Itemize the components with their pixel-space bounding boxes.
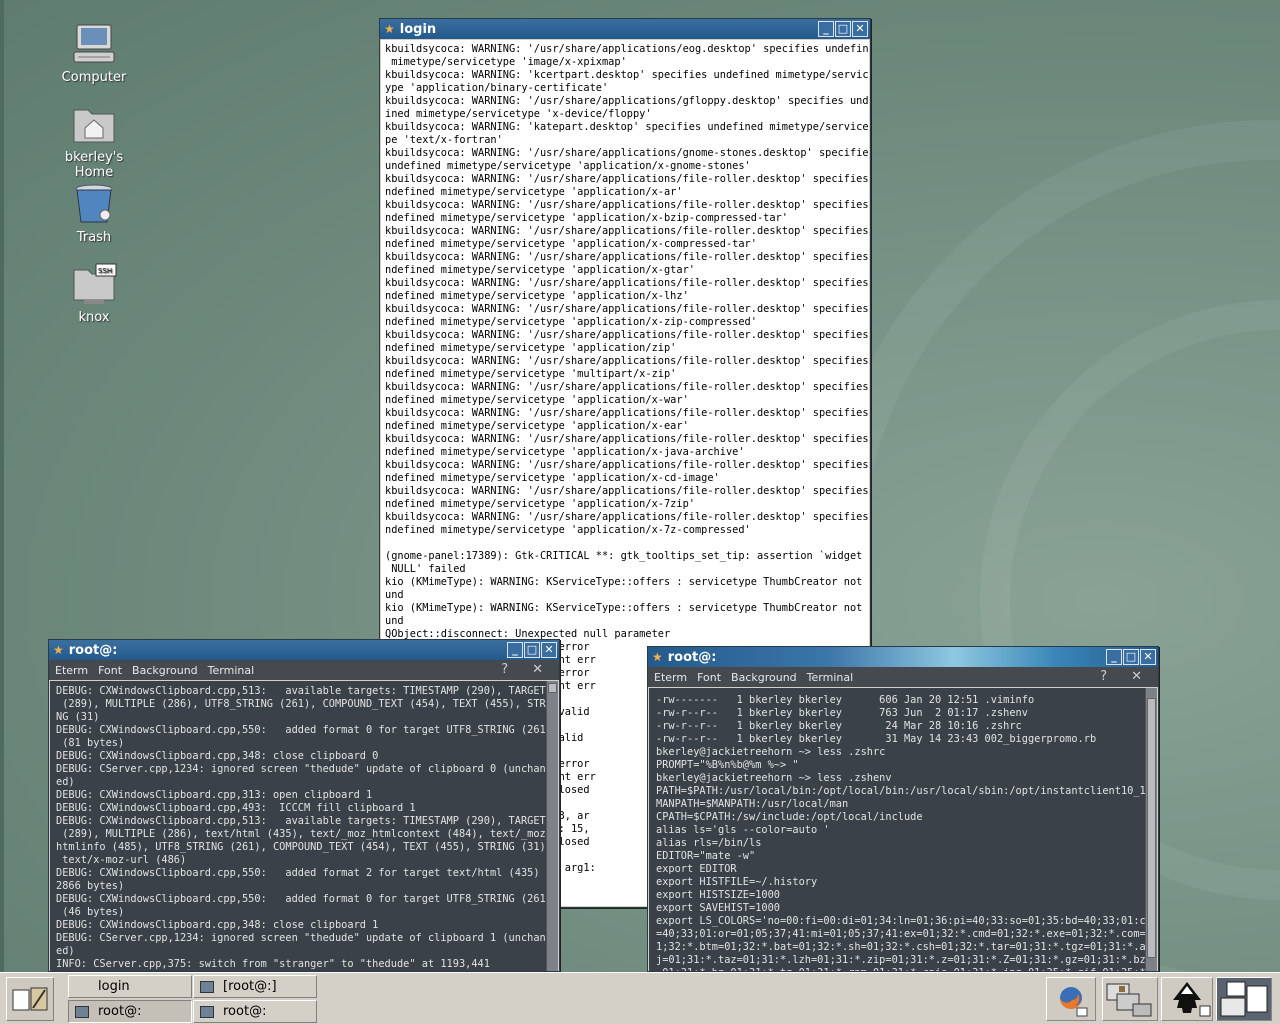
minimize-button[interactable]: _ [507,642,523,658]
desktop: Computer bkerley's Home Trash SSH knox ★… [0,0,1280,972]
firefox-launcher[interactable] [1046,977,1096,1021]
vertical-scrollbar[interactable] [1145,688,1157,971]
desktop-icon-computer[interactable]: Computer [44,22,144,85]
task-root-1[interactable]: root@: [68,1000,192,1023]
desktop-icon-trash[interactable]: Trash [44,182,144,245]
left-panel-edge [0,0,4,972]
vertical-scrollbar[interactable] [546,681,558,971]
menu-font[interactable]: Font [697,671,721,684]
root-right-terminal-output: -rw------- 1 bkerley bkerley 606 Jan 20 … [656,694,1152,971]
root-terminal-left-titlebar[interactable]: ★ root@: _ □ ✕ [49,640,559,660]
window-menu-icon[interactable]: ★ [652,650,663,664]
task-root-2[interactable]: root@: [193,1000,317,1023]
taskbar: login [root@:] root@: root@: [0,972,1280,1024]
menu-background[interactable]: Background [132,664,198,677]
svg-text:SSH: SSH [98,267,112,275]
task-label: root@: [98,1004,142,1019]
task-login[interactable]: login [68,975,192,998]
computer-icon [70,22,118,66]
root-terminal-left[interactable]: ★ root@: _ □ ✕ Eterm Font Background Ter… [48,639,560,972]
inkscape-launcher[interactable] [1161,977,1213,1021]
help-icon[interactable]: ? [501,662,508,677]
menu-background[interactable]: Background [731,671,797,684]
task-label: root@: [223,1004,267,1019]
trash-icon [70,182,118,226]
task-label: login [98,979,130,994]
pager-icon [1220,981,1268,1017]
desktop-icon-label: Computer [61,70,127,85]
desktop-icon-label: knox [78,310,110,325]
minimize-button[interactable]: _ [1106,649,1122,665]
eterm-menubar: Eterm Font Background Terminal ? ✕ [49,660,559,680]
task-root-minimized[interactable]: [root@:] [193,975,317,998]
notes-icon [12,987,48,1011]
terminal-area[interactable]: DEBUG: CXWindowsClipboard.cpp,513: avail… [50,681,558,971]
maximize-button[interactable]: □ [524,642,540,658]
ssh-folder-icon: SSH [70,262,118,306]
workspace-icon [1106,983,1152,1017]
window-menu-icon[interactable]: ★ [53,643,64,657]
minimize-button[interactable]: _ [818,21,834,37]
firefox-icon [1060,987,1088,1017]
eterm-menubar: Eterm Font Background Terminal ? ✕ [648,667,1158,687]
terminal-icon [75,1005,89,1018]
menu-eterm[interactable]: Eterm [55,664,88,677]
login-window-titlebar[interactable]: ★ login _ □ ✕ [380,19,870,39]
menu-terminal[interactable]: Terminal [208,664,255,677]
help-icon[interactable]: ? [1100,669,1107,684]
close-button[interactable]: ✕ [541,642,557,658]
desktop-icon-label: bkerley's Home [64,150,124,180]
scrollbar-thumb[interactable] [1147,698,1156,958]
window-list-pager[interactable] [1216,977,1272,1021]
root-left-terminal-output: DEBUG: CXWindowsClipboard.cpp,513: avail… [56,685,552,970]
window-title: root@: [68,642,118,658]
inkscape-icon [1173,982,1211,1017]
root-terminal-right-titlebar[interactable]: ★ root@: _ □ ✕ [648,647,1158,667]
window-menu-icon[interactable]: ★ [384,22,395,36]
menu-font[interactable]: Font [98,664,122,677]
menu-eterm[interactable]: Eterm [654,671,687,684]
blank-icon [75,980,89,993]
desktop-icon-knox[interactable]: SSH knox [44,262,144,325]
menu-terminal[interactable]: Terminal [807,671,854,684]
close-icon[interactable]: ✕ [1131,669,1142,684]
close-icon[interactable]: ✕ [532,662,543,677]
root-terminal-right[interactable]: ★ root@: _ □ ✕ Eterm Font Background Ter… [647,646,1159,972]
terminal-icon [200,1005,214,1018]
close-button[interactable]: ✕ [1140,649,1156,665]
terminal-icon [200,980,214,993]
desktop-icon-label: Trash [76,230,112,245]
home-folder-icon [70,102,118,146]
window-title: root@: [667,649,717,665]
terminal-area[interactable]: -rw------- 1 bkerley bkerley 606 Jan 20 … [649,688,1157,971]
scrollbar-thumb[interactable] [548,683,557,693]
maximize-button[interactable]: □ [835,21,851,37]
maximize-button[interactable]: □ [1123,649,1139,665]
workspace-switcher[interactable] [1102,977,1158,1021]
close-button[interactable]: ✕ [852,21,868,37]
task-label: [root@:] [223,979,277,994]
desktop-icon-home[interactable]: bkerley's Home [44,102,144,180]
window-title: login [399,21,437,37]
show-desktop-button[interactable] [6,977,54,1021]
